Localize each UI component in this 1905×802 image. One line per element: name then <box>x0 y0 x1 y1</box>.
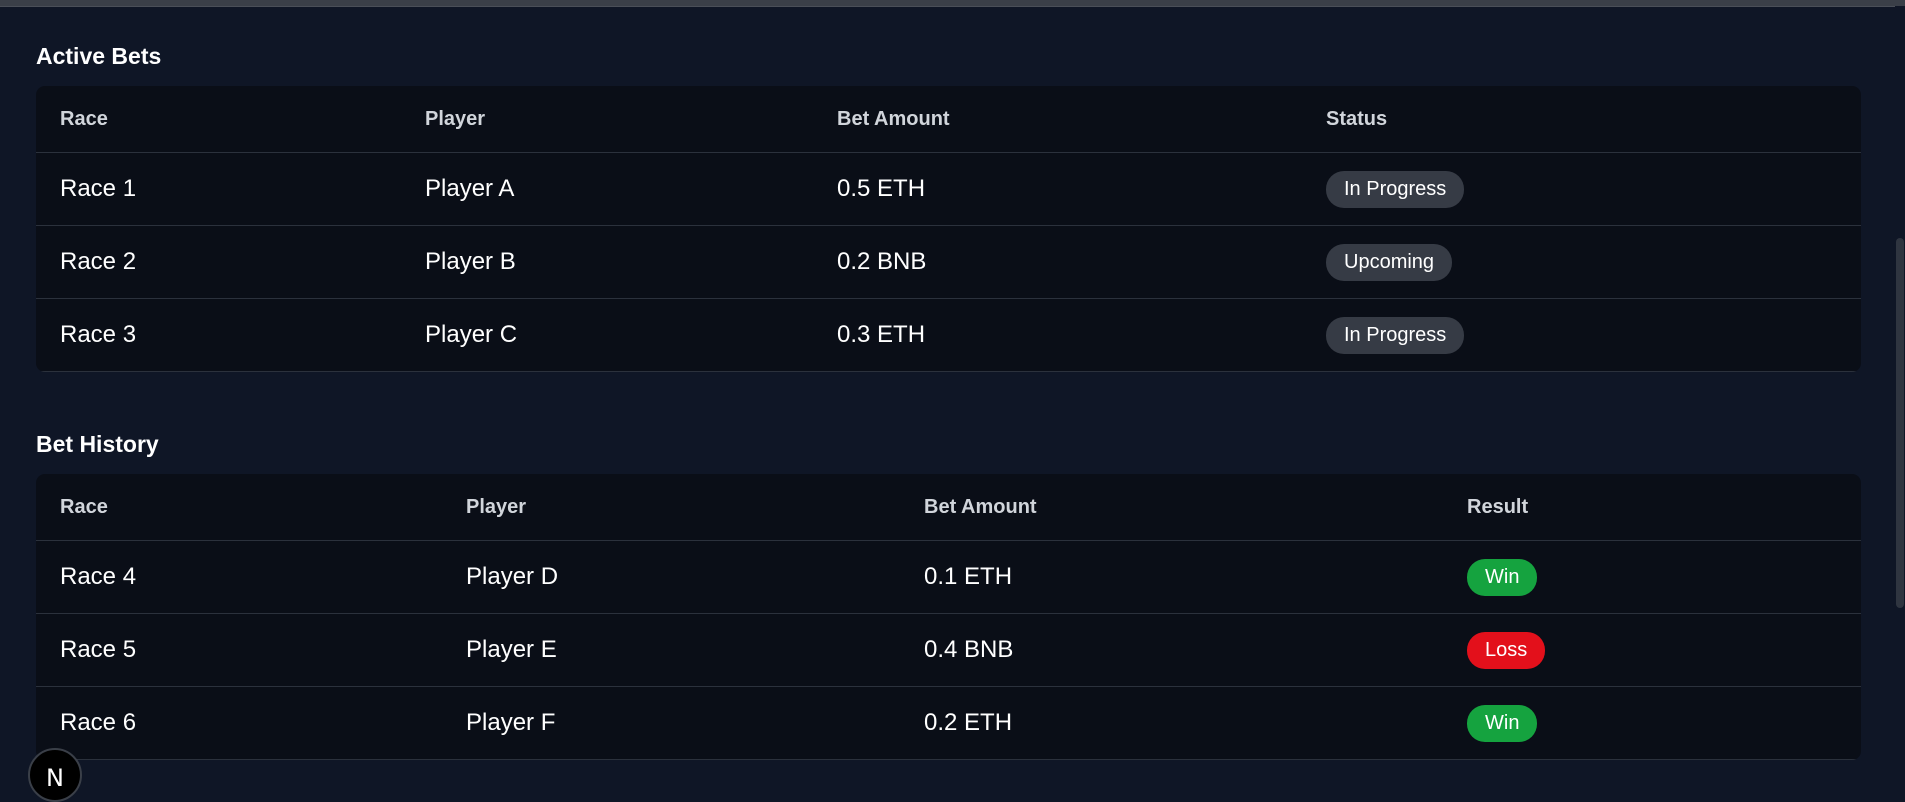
active-bets-section: Active Bets Race Player Bet Amount Statu… <box>36 20 1861 372</box>
active-bets-table: Race Player Bet Amount Status Race 1 Pla… <box>36 86 1861 372</box>
status-cell: In Progress <box>1302 152 1861 226</box>
nextjs-logo-letter: N <box>46 764 64 792</box>
column-header-player: Player <box>442 474 900 541</box>
race-cell: Race 4 <box>36 540 442 614</box>
result-badge-win: Win <box>1467 704 1538 742</box>
table-row: Race 6 Player F 0.2 ETH Win <box>36 686 1861 760</box>
result-cell: Win <box>1443 686 1861 760</box>
bet-amount-cell: 0.2 ETH <box>900 686 1443 760</box>
table-row: Race 2 Player B 0.2 BNB Upcoming <box>36 225 1861 299</box>
bet-history-section: Bet History Race Player Bet Amount Resul… <box>36 408 1861 760</box>
result-badge-loss: Loss <box>1467 631 1546 669</box>
status-badge: Upcoming <box>1326 243 1453 281</box>
bet-history-table: Race Player Bet Amount Result Race 4 Pla… <box>36 474 1861 760</box>
player-cell: Player A <box>401 152 813 226</box>
bet-amount-cell: 0.3 ETH <box>813 298 1302 372</box>
column-header-status: Status <box>1302 86 1861 153</box>
table-header-row: Race Player Bet Amount Result <box>36 474 1861 541</box>
scrollbar-thumb[interactable] <box>1896 238 1904 608</box>
column-header-result: Result <box>1443 474 1861 541</box>
column-header-race: Race <box>36 474 442 541</box>
status-cell: In Progress <box>1302 298 1861 372</box>
race-cell: Race 6 <box>36 686 442 760</box>
browser-top-border <box>0 0 1905 7</box>
column-header-player: Player <box>401 86 813 153</box>
main-content: Active Bets Race Player Bet Amount Statu… <box>36 20 1861 760</box>
race-cell: Race 1 <box>36 152 401 226</box>
table-header-row: Race Player Bet Amount Status <box>36 86 1861 153</box>
race-cell: Race 2 <box>36 225 401 299</box>
bet-history-table-container: Race Player Bet Amount Result Race 4 Pla… <box>36 474 1861 760</box>
table-row: Race 5 Player E 0.4 BNB Loss <box>36 613 1861 687</box>
nextjs-logo-icon[interactable]: N <box>28 748 82 802</box>
table-row: Race 1 Player A 0.5 ETH In Progress <box>36 152 1861 226</box>
status-cell: Upcoming <box>1302 225 1861 299</box>
bet-amount-cell: 0.5 ETH <box>813 152 1302 226</box>
column-header-bet-amount: Bet Amount <box>813 86 1302 153</box>
table-row: Race 3 Player C 0.3 ETH In Progress <box>36 298 1861 372</box>
player-cell: Player E <box>442 613 900 687</box>
section-title: Active Bets <box>36 43 162 69</box>
table-row: Race 4 Player D 0.1 ETH Win <box>36 540 1861 614</box>
status-badge: In Progress <box>1326 316 1465 354</box>
section-title: Bet History <box>36 431 159 457</box>
bet-amount-cell: 0.1 ETH <box>900 540 1443 614</box>
player-cell: Player D <box>442 540 900 614</box>
bet-amount-cell: 0.2 BNB <box>813 225 1302 299</box>
race-cell: Race 5 <box>36 613 442 687</box>
column-header-bet-amount: Bet Amount <box>900 474 1443 541</box>
race-cell: Race 3 <box>36 298 401 372</box>
player-cell: Player C <box>401 298 813 372</box>
result-cell: Loss <box>1443 613 1861 687</box>
player-cell: Player B <box>401 225 813 299</box>
status-badge: In Progress <box>1326 170 1465 208</box>
active-bets-table-container: Race Player Bet Amount Status Race 1 Pla… <box>36 86 1861 372</box>
result-cell: Win <box>1443 540 1861 614</box>
player-cell: Player F <box>442 686 900 760</box>
vertical-scrollbar[interactable] <box>1895 6 1905 790</box>
result-badge-win: Win <box>1467 558 1538 596</box>
column-header-race: Race <box>36 86 401 153</box>
bet-amount-cell: 0.4 BNB <box>900 613 1443 687</box>
